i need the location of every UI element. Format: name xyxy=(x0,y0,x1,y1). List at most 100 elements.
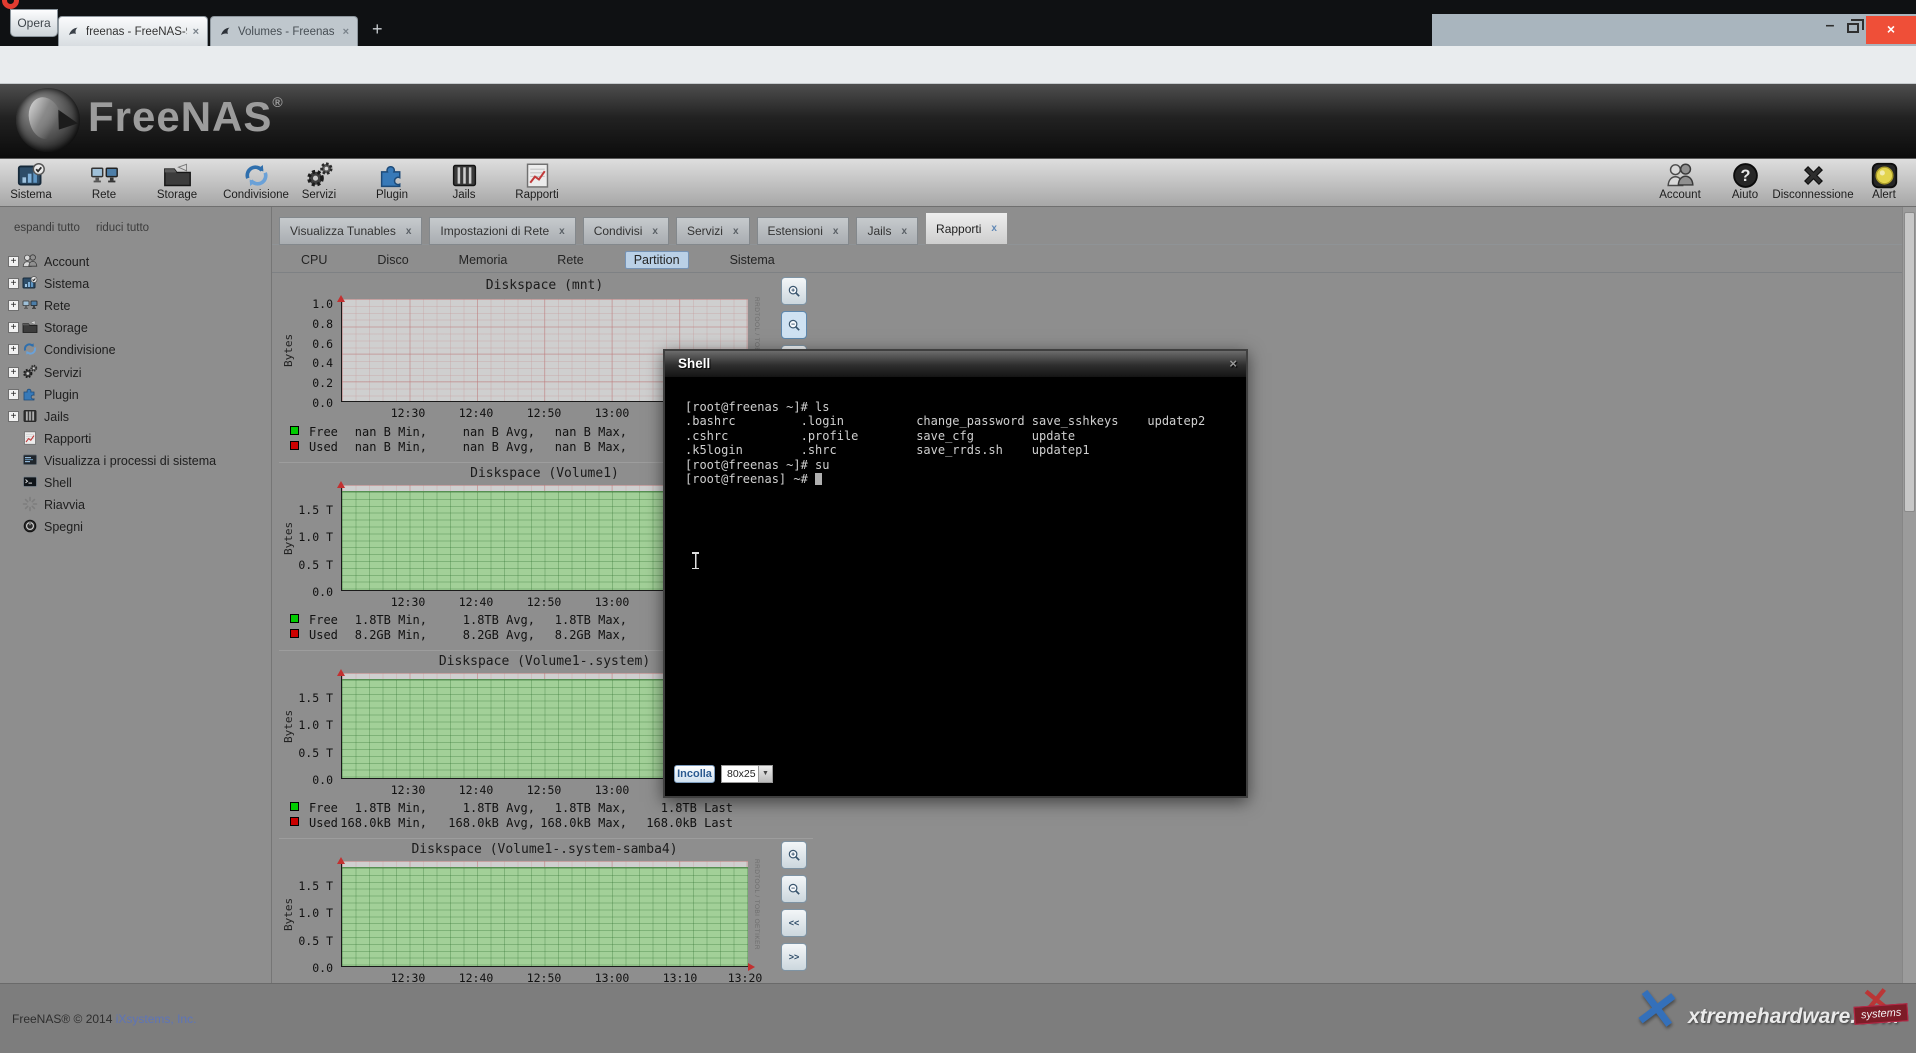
legend-value: 1.8TB Max, xyxy=(515,801,627,815)
opera-menu-button[interactable]: Opera xyxy=(10,9,58,37)
sidebar-item-label: Visualizza i processi di sistema xyxy=(44,454,216,468)
toolbar-item-alert[interactable]: Alert xyxy=(1838,161,1916,201)
shell-dialog[interactable]: Shell × [root@freenas ~]# ls .bashrc .lo… xyxy=(663,349,1248,798)
window-minimize-button[interactable]: – xyxy=(1818,15,1842,41)
sidebar-item-label: Rete xyxy=(44,299,70,313)
tab-close-icon[interactable]: x xyxy=(559,226,565,237)
x-tick-label: 13:00 xyxy=(588,783,636,797)
terminal-size-value: 80x25 xyxy=(727,768,756,780)
shutdown-icon xyxy=(22,518,38,534)
shell-dialog-titlebar[interactable]: Shell × xyxy=(665,351,1246,377)
services-icon xyxy=(22,364,38,380)
y-tick-label: 0.0 xyxy=(279,961,333,975)
tab-rapporti[interactable]: Rapportix xyxy=(925,212,1008,245)
axis-arrow-icon xyxy=(337,477,345,488)
expand-all-link[interactable]: espandi tutto xyxy=(14,222,80,234)
x-tick-label: 12:50 xyxy=(520,783,568,797)
window-close-button[interactable]: × xyxy=(1866,16,1916,44)
chart-plot-area[interactable] xyxy=(341,861,748,967)
collapse-all-link[interactable]: riduci tutto xyxy=(96,222,149,234)
y-tick-label: 1.5 T xyxy=(279,879,333,893)
sidebar-item-label: Spegni xyxy=(44,520,83,534)
legend-swatch xyxy=(290,426,299,435)
terminal-output[interactable]: [root@freenas ~]# ls .bashrc .login chan… xyxy=(685,400,1205,486)
legend-swatch xyxy=(290,441,299,450)
tab-close-icon[interactable]: x xyxy=(991,223,997,234)
tab-close-icon[interactable]: x xyxy=(733,226,739,237)
chevron-down-icon[interactable]: ▼ xyxy=(758,766,772,782)
chart-controls: << >> xyxy=(781,841,809,977)
page-forward-button[interactable]: >> xyxy=(781,943,807,971)
sidebar-tree-panel: espandi tutto riduci tutto +Account+Sist… xyxy=(0,207,272,983)
freenas-header: FreeNAS® xyxy=(0,84,1916,158)
tab-label: Jails xyxy=(867,224,891,238)
legend-swatch xyxy=(290,629,299,638)
expand-plus-icon[interactable]: + xyxy=(8,411,19,422)
scrollbar-thumb[interactable] xyxy=(1904,212,1915,512)
watermark-badge: systems xyxy=(1853,1003,1908,1025)
expand-plus-icon[interactable]: + xyxy=(8,367,19,378)
zoom-out-button[interactable] xyxy=(781,875,807,903)
zoom-out-button[interactable] xyxy=(781,311,807,339)
toolbar-item-rapporti[interactable]: Rapporti xyxy=(491,161,583,201)
subtab-sistema[interactable]: Sistema xyxy=(721,251,784,269)
zoom-in-button[interactable] xyxy=(781,841,807,869)
tab-close-icon[interactable]: x xyxy=(833,226,839,237)
x-tick-label: 12:50 xyxy=(520,595,568,609)
tab-close-icon[interactable]: x xyxy=(652,226,658,237)
y-tick-label: 0.8 xyxy=(279,317,333,331)
browser-tab-title: Volumes - Freenas xyxy=(238,26,335,38)
tab-close-icon[interactable]: × xyxy=(193,26,199,38)
expand-plus-icon[interactable]: + xyxy=(8,278,19,289)
paste-button[interactable]: Incolla xyxy=(674,765,715,783)
sidebar-item-label: Servizi xyxy=(44,366,82,380)
tab-estensioni[interactable]: Estensioni x xyxy=(757,217,850,245)
plugin-icon xyxy=(22,386,38,402)
tab-close-icon[interactable]: x xyxy=(901,226,907,237)
tab-label: Estensioni xyxy=(768,224,823,238)
browser-tab-volumes[interactable]: Volumes - Freenas × xyxy=(210,16,358,46)
legend-value: 1.8TB Min, xyxy=(315,613,427,627)
new-tab-button[interactable]: + xyxy=(372,19,383,40)
tab-close-icon[interactable]: x xyxy=(406,226,412,237)
expand-plus-icon[interactable]: + xyxy=(8,344,19,355)
freenas-shark-logo-icon xyxy=(16,88,80,152)
sidebar-item-label: Shell xyxy=(44,476,72,490)
tab-condivisi[interactable]: Condivisi x xyxy=(583,217,669,245)
expand-plus-icon[interactable]: + xyxy=(8,389,19,400)
expand-plus-icon[interactable]: + xyxy=(8,256,19,267)
chart-title: Diskspace (Volume1-.system-samba4) xyxy=(341,842,748,857)
page-back-button[interactable]: << xyxy=(781,909,807,937)
subtab-memoria[interactable]: Memoria xyxy=(450,251,517,269)
browser-tab-freenas[interactable]: freenas - FreeNAS-9.2.1.5- × xyxy=(58,16,208,46)
expand-plus-icon[interactable]: + xyxy=(8,300,19,311)
tab-label: Condivisi xyxy=(594,224,643,238)
tab-servizi[interactable]: Servizix xyxy=(676,217,750,245)
legend-swatch xyxy=(290,802,299,811)
ixsystems-link[interactable]: iXsystems, Inc. xyxy=(116,1012,197,1026)
page-scrollbar[interactable] xyxy=(1902,207,1916,983)
subtab-disco[interactable]: Disco xyxy=(368,251,417,269)
zoom-in-button[interactable] xyxy=(781,277,807,305)
jails-icon xyxy=(22,408,38,424)
terminal-size-select[interactable]: 80x25 ▼ xyxy=(721,765,773,783)
terminal-cursor xyxy=(815,473,822,485)
subtab-cpu[interactable]: CPU xyxy=(292,251,336,269)
tab-visualizza-tunables[interactable]: Visualizza Tunablesx xyxy=(279,217,422,245)
tab-jails[interactable]: Jailsx xyxy=(856,217,918,245)
x-tick-label: 12:40 xyxy=(452,406,500,420)
rrdtool-credit: RRDTOOL / TOBI OETIKER xyxy=(753,859,760,950)
subtab-partition[interactable]: Partition xyxy=(625,251,689,269)
window-restore-button[interactable] xyxy=(1847,23,1859,33)
tab-close-icon[interactable]: × xyxy=(343,26,349,38)
axis-arrow-icon xyxy=(748,963,759,971)
expand-plus-icon[interactable]: + xyxy=(8,322,19,333)
dialog-close-icon[interactable]: × xyxy=(1229,351,1237,376)
subtab-rete[interactable]: Rete xyxy=(548,251,592,269)
axis-arrow-icon xyxy=(337,665,345,676)
tab-impostazioni-di-rete[interactable]: Impostazioni di Retex xyxy=(429,217,575,245)
terminal-area[interactable]: [root@freenas ~]# ls .bashrc .login chan… xyxy=(665,377,1246,796)
freenas-logo-text: FreeNAS® xyxy=(88,93,284,141)
reboot-icon xyxy=(22,496,38,512)
reporting-icon xyxy=(22,430,38,446)
